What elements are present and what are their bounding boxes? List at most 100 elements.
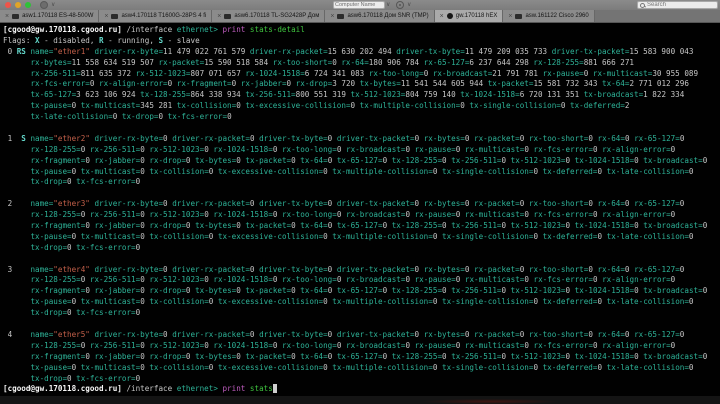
- terminal-text-segment: tx-64=: [300, 221, 328, 231]
- terminal-line: 4 name="ether5" driver-rx-byte=0 driver-…: [3, 330, 720, 341]
- terminal-text-segment: tx-broadcast=: [643, 286, 703, 296]
- terminal-line: tx-drop=0 tx-fcs-error=0: [3, 308, 720, 319]
- terminal-text-segment: tx-multiple-collision=: [332, 231, 433, 241]
- tab-close-icon[interactable]: ×: [440, 13, 444, 20]
- terminal-text-segment: 0: [423, 68, 433, 78]
- terminal-text-segment: 0: [405, 275, 415, 285]
- terminal-text-segment: rx-align-error=: [602, 210, 671, 220]
- session-tab[interactable]: × asw6.170118 Дом SNR (TMP): [325, 10, 435, 22]
- tab-close-icon[interactable]: ×: [104, 13, 108, 20]
- terminal-text-segment: rx-drop=: [149, 155, 186, 165]
- terminal-text-segment: rx-drop=: [295, 79, 333, 89]
- switch-icon: [224, 13, 232, 19]
- chevron-down-icon[interactable]: ∨: [51, 1, 55, 9]
- terminal-text-segment: tx-1024-1518=: [460, 90, 520, 100]
- terminal-text-segment: tx-single-collision=: [442, 231, 534, 241]
- terminal-text-segment: 0: [163, 264, 173, 274]
- terminal-text-segment: 0: [624, 264, 635, 274]
- terminal-text-segment: rx-512-1023=: [135, 68, 191, 78]
- terminal-line: Flags: X - disabled, R - running, S - sl…: [3, 36, 720, 47]
- terminal-text-segment: rx-256-511=: [30, 68, 81, 78]
- terminal-text-segment: driver-tx-byte=: [259, 133, 328, 143]
- tab-close-icon[interactable]: ×: [330, 13, 334, 20]
- terminal-text-segment: 807 071 657: [190, 68, 246, 78]
- terminal-text-segment: rx-fragment=: [30, 221, 86, 231]
- terminal-text-segment: rx-1024-1518=: [213, 144, 273, 154]
- terminal-line: rx-128-255=0 rx-256-511=0 rx-512-1023=0 …: [3, 145, 720, 156]
- terminal-text-segment: 0: [323, 166, 333, 176]
- terminal-text-segment: 0: [455, 275, 465, 285]
- terminal-text-segment: rx-1024-1518=: [213, 340, 273, 350]
- terminal-text-segment: rx-jabber=: [94, 221, 141, 231]
- terminal-text-segment: 15 590 518 584: [204, 57, 273, 67]
- terminal-line: tx-pause=0 tx-multicast=0 tx-collision=0…: [3, 232, 720, 243]
- session-badge-icon[interactable]: [40, 1, 48, 9]
- terminal-text-segment: rx-jabber=: [240, 79, 287, 89]
- chevron-down-icon[interactable]: ∨: [407, 1, 411, 8]
- terminal-text-segment: tx-64=: [602, 79, 630, 89]
- terminal-text-segment: 0: [272, 144, 282, 154]
- terminal-text-segment: 0: [204, 275, 214, 285]
- search-input[interactable]: Search: [637, 1, 718, 9]
- tab-close-icon[interactable]: ×: [5, 13, 9, 20]
- terminal-text-segment: rx-65-127=: [423, 57, 470, 67]
- tab-close-icon[interactable]: ×: [508, 13, 512, 20]
- terminal-text-segment: 0: [140, 166, 150, 176]
- terminal-line: tx-65-127=3 623 106 924 tx-128-255=864 3…: [3, 90, 720, 101]
- terminal-text-segment: tx-bytes=: [359, 79, 401, 89]
- terminal-text-segment: 0: [588, 133, 598, 143]
- terminal-text-segment: 0: [592, 340, 603, 350]
- terminal-text-segment: 0: [71, 231, 81, 241]
- terminal-text-segment: /interface: [121, 25, 177, 34]
- terminal-line: rx-128-255=0 rx-256-511=0 rx-512-1023=0 …: [3, 275, 720, 286]
- session-tab[interactable]: × gw.170118 hEX: [434, 10, 504, 22]
- session-tab[interactable]: × asw1.170118 ES-48-500W: [0, 10, 100, 22]
- terminal-text-segment: tx-excessive-collision=: [217, 362, 324, 372]
- terminal-text-segment: 0: [524, 340, 534, 350]
- terminal-text-segment: rx-align-error=: [602, 144, 671, 154]
- terminal-text-segment: 0: [327, 329, 337, 339]
- zoom-window-button[interactable]: [25, 2, 31, 8]
- terminal-text-segment: rx-64=: [597, 264, 625, 274]
- terminal-text-segment: 0: [414, 199, 424, 209]
- terminal-text-segment: rx-jabber=: [94, 351, 141, 361]
- computer-name-field[interactable]: Computer Name: [333, 1, 385, 9]
- terminal-text-segment: stats-detail: [249, 25, 305, 34]
- terminal-text-segment: 0: [679, 133, 685, 143]
- terminal-output[interactable]: [cgood@gw.170118.cgood.ru] /interface et…: [0, 23, 720, 396]
- record-button[interactable]: [396, 1, 404, 9]
- terminal-text-segment: tx-65-127=: [336, 286, 383, 296]
- terminal-text-segment: rx-64=: [597, 199, 625, 209]
- terminal-text-segment: tx-256-511=: [451, 221, 502, 231]
- terminal-text-segment: driver-tx-byte=: [396, 46, 465, 56]
- tab-label: asw4.170118 T1600G-28PS 4 fi: [121, 13, 207, 19]
- terminal-text-segment: tx-packet=: [245, 221, 292, 231]
- terminal-text-segment: rx-too-long=: [368, 68, 424, 78]
- terminal-text-segment: tx-packet=: [245, 351, 292, 361]
- tab-close-icon[interactable]: ×: [217, 13, 221, 20]
- terminal-text-segment: - slave: [163, 35, 200, 45]
- terminal-text-segment: 0: [67, 308, 77, 318]
- close-window-button[interactable]: [5, 2, 11, 8]
- terminal-text-segment: 0: [382, 351, 392, 361]
- terminal-text-segment: rx-65-127=: [634, 264, 680, 274]
- terminal-line: tx-pause=0 tx-multicast=0 tx-collision=0…: [3, 363, 720, 374]
- minimize-window-button[interactable]: [15, 2, 21, 8]
- session-tab[interactable]: × asw6.170118 TL-SG2428P Дом: [212, 10, 326, 22]
- terminal-text-segment: 0: [624, 199, 635, 209]
- chevron-down-icon[interactable]: ∨: [386, 1, 390, 8]
- terminal-text-segment: 0: [464, 329, 475, 339]
- terminal-text-segment: tx-broadcast=: [643, 221, 703, 231]
- terminal-text-segment: tx-late-collision=: [606, 231, 689, 241]
- session-tab[interactable]: × asw.161122 Cisco 2960: [503, 10, 595, 22]
- terminal-text-segment: tx-drop=: [30, 242, 68, 252]
- terminal-text-segment: tx-single-collision=: [469, 101, 561, 111]
- terminal-text-segment: tx-512-1023=: [510, 221, 566, 231]
- session-tab[interactable]: × asw4.170118 T1600G-28PS 4 fi: [99, 10, 213, 22]
- terminal-text-segment: 0: [80, 144, 90, 154]
